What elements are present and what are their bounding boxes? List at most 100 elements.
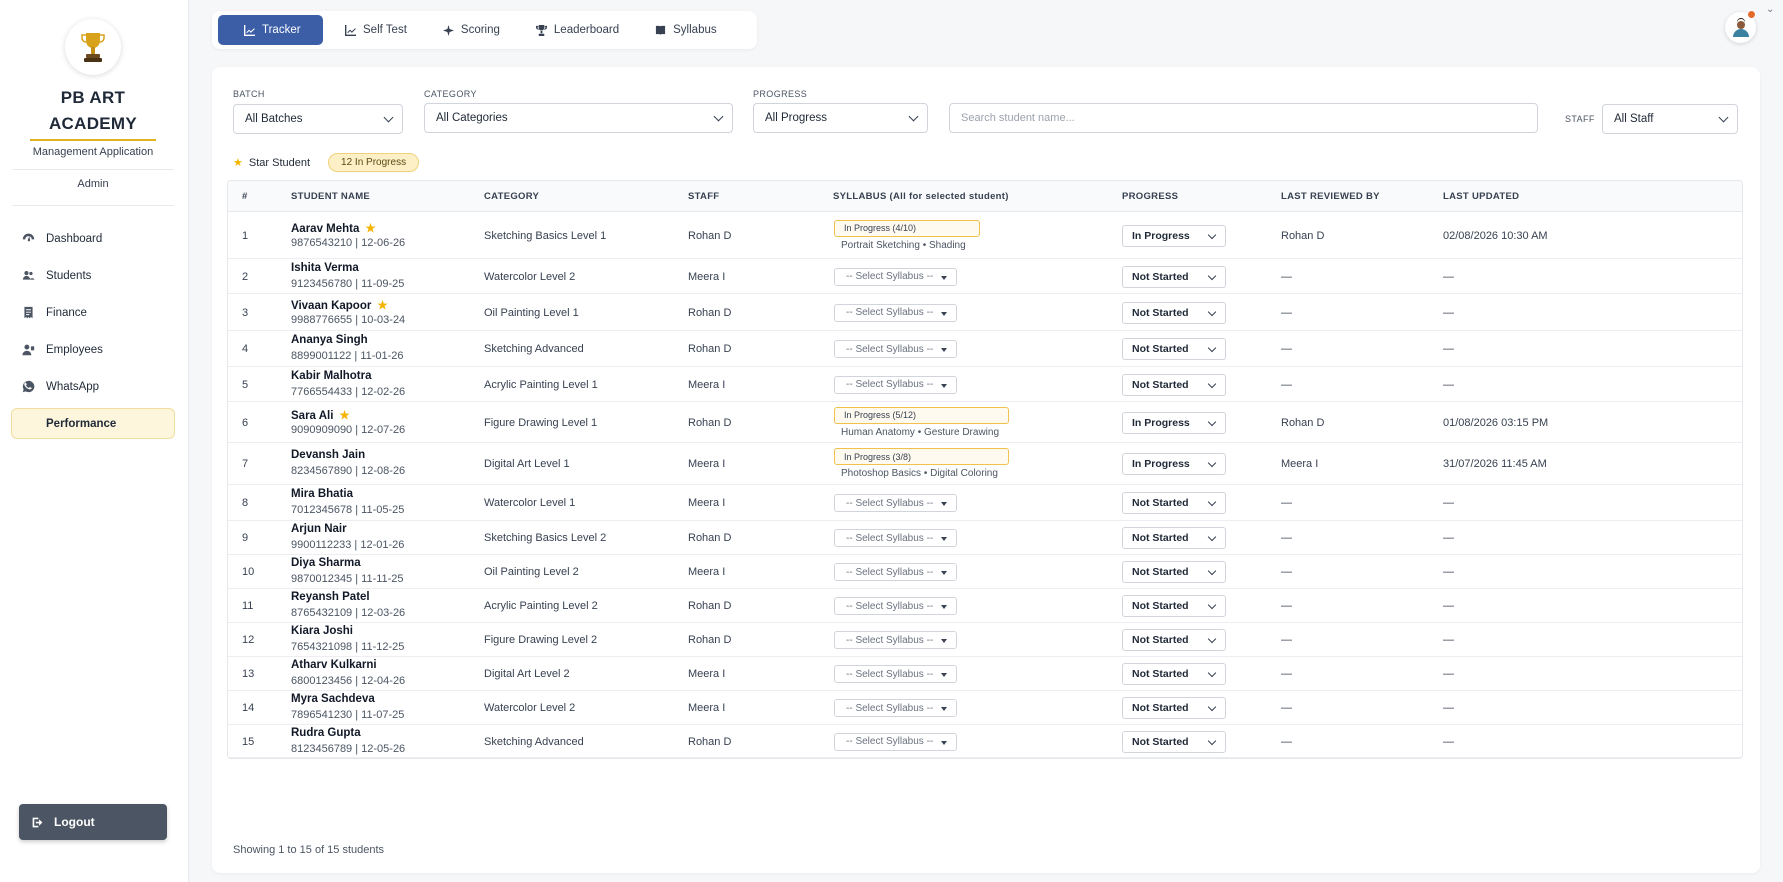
progress-select[interactable]: Not Started [1122, 492, 1226, 514]
row-number: 15 [242, 735, 255, 748]
tab-self-test[interactable]: Self Test [333, 15, 421, 45]
progress-select[interactable]: Not Started [1122, 301, 1226, 324]
progress-select-value: Not Started [1132, 343, 1189, 355]
syllabus-select[interactable]: -- Select Syllabus -- [834, 699, 957, 717]
legend: ★ Star Student 12 In Progress [233, 153, 420, 172]
syllabus-select[interactable]: -- Select Syllabus -- [834, 303, 957, 322]
sidebar-item-finance[interactable]: Finance [11, 297, 175, 328]
progress-select[interactable]: Not Started [1122, 527, 1226, 549]
in-progress-count-badge: 12 In Progress [328, 153, 420, 172]
progress-select-value: In Progress [1132, 229, 1190, 242]
student-name[interactable]: Kiara Joshi [291, 625, 353, 637]
progress-select[interactable]: In Progress [1122, 453, 1226, 475]
progress-select[interactable]: Not Started [1122, 595, 1226, 617]
sidebar-item-employees[interactable]: Employees [11, 334, 175, 365]
student-name[interactable]: Ishita Verma [291, 262, 359, 274]
last-reviewed-by: — [1281, 378, 1292, 391]
chevron-down-icon [1207, 702, 1217, 712]
student-category: Sketching Basics Level 2 [484, 532, 607, 544]
tab-tracker[interactable]: Tracker [218, 15, 323, 45]
book-icon [656, 25, 666, 35]
syllabus-select[interactable]: -- Select Syllabus -- [834, 563, 957, 581]
table-header: # STUDENT NAME CATEGORY STAFF SYLLABUS (… [228, 181, 1742, 212]
student-name[interactable]: Reyansh Patel [291, 591, 370, 603]
student-table: # STUDENT NAME CATEGORY STAFF SYLLABUS (… [227, 180, 1743, 759]
tab-syllabus[interactable]: Syllabus [643, 15, 730, 45]
syllabus-select[interactable]: -- Select Syllabus -- [834, 732, 957, 751]
student-name[interactable]: Ananya Singh [291, 334, 368, 346]
progress-select[interactable]: Not Started [1122, 338, 1226, 360]
chevron-down-icon[interactable]: ⌄ [1766, 4, 1774, 15]
student-name[interactable]: Mira Bhatia [291, 488, 353, 500]
progress-select[interactable]: Not Started [1122, 561, 1226, 583]
student-category: Watercolor Level 2 [484, 702, 576, 714]
syllabus-status[interactable]: In Progress (3/8) [834, 448, 1009, 465]
sidebar-item-whatsapp[interactable]: WhatsApp [11, 371, 175, 402]
search-input[interactable]: Search student name... [949, 103, 1538, 133]
batch-select[interactable]: All Batches [233, 104, 403, 134]
student-name[interactable]: Sara Ali ★ [291, 408, 350, 422]
progress-select[interactable]: Not Started [1122, 629, 1226, 651]
chevron-down-icon [1207, 532, 1217, 542]
progress-select[interactable]: All Progress [753, 103, 928, 133]
progress-select[interactable]: Not Started [1122, 697, 1226, 719]
staff-select[interactable]: All Staff [1602, 104, 1738, 134]
category-filter-label: CATEGORY [424, 89, 477, 99]
logout-button[interactable]: Logout [19, 804, 167, 840]
syllabus-topics: Portrait Sketching • Shading [841, 239, 966, 251]
progress-select[interactable]: Not Started [1122, 730, 1226, 753]
sidebar-item-performance[interactable]: Performance [11, 408, 175, 439]
syllabus-select[interactable]: -- Select Syllabus -- [834, 631, 957, 649]
progress-select[interactable]: In Progress [1122, 411, 1226, 434]
category-select[interactable]: All Categories [424, 103, 733, 133]
syllabus-select[interactable]: -- Select Syllabus -- [834, 665, 957, 683]
column-header: LAST UPDATED [1443, 191, 1520, 202]
student-phone-date: 6800123456 | 12-04-26 [291, 675, 406, 687]
chevron-down-icon [1207, 417, 1217, 426]
chevron-down-icon [1207, 634, 1217, 644]
progress-select[interactable]: In Progress [1122, 224, 1226, 247]
student-name[interactable]: Myra Sachdeva [291, 693, 375, 705]
sidebar-item-dashboard[interactable]: Dashboard [11, 223, 175, 254]
student-name[interactable]: Devansh Jain [291, 449, 365, 461]
tab-leaderboard[interactable]: Leaderboard [524, 15, 633, 45]
user-avatar[interactable] [1725, 10, 1756, 43]
student-category: Sketching Advanced [484, 735, 584, 748]
syllabus-select[interactable]: -- Select Syllabus -- [834, 597, 957, 615]
student-name[interactable]: Arjun Nair [291, 523, 347, 535]
row-number: 5 [242, 378, 249, 391]
syllabus-select[interactable]: -- Select Syllabus -- [834, 340, 957, 358]
chevron-down-icon [1207, 271, 1217, 280]
tab-label: Syllabus [673, 24, 717, 36]
star-icon: ★ [365, 222, 376, 235]
syllabus-status[interactable]: In Progress (4/10) [834, 219, 980, 237]
last-updated: — [1443, 306, 1454, 319]
row-number: 11 [242, 600, 254, 612]
row-number: 10 [242, 566, 255, 578]
progress-select[interactable]: Not Started [1122, 373, 1226, 396]
last-updated: — [1443, 566, 1454, 578]
notification-dot [1747, 10, 1756, 19]
student-name[interactable]: Rudra Gupta [291, 727, 361, 739]
syllabus-status[interactable]: In Progress (5/12) [834, 406, 1009, 424]
employees-icon [22, 344, 35, 356]
student-phone-date: 9123456780 | 11-09-25 [291, 277, 405, 290]
student-name[interactable]: Kabir Malhotra [291, 370, 372, 382]
staff-name: Meera I [688, 497, 726, 509]
syllabus-select[interactable]: -- Select Syllabus -- [834, 375, 957, 394]
student-name[interactable]: Diya Sharma [291, 557, 361, 569]
last-updated: — [1443, 735, 1454, 748]
progress-select[interactable]: Not Started [1122, 265, 1226, 288]
student-name[interactable]: Aarav Mehta ★ [291, 221, 376, 235]
syllabus-select[interactable]: -- Select Syllabus -- [834, 267, 957, 286]
student-name[interactable]: Atharv Kulkarni [291, 659, 377, 671]
sidebar-item-students[interactable]: Students [11, 260, 175, 291]
progress-select[interactable]: Not Started [1122, 663, 1226, 685]
table-row: 3 Vivaan Kapoor ★ 9988776655 | 10-03-24 Oil … [228, 294, 1742, 331]
tab-scoring[interactable]: Scoring [431, 15, 514, 45]
progress-select-value: Not Started [1132, 634, 1189, 646]
syllabus-select[interactable]: -- Select Syllabus -- [834, 494, 957, 512]
student-name[interactable]: Vivaan Kapoor ★ [291, 298, 388, 312]
syllabus-select[interactable]: -- Select Syllabus -- [834, 529, 957, 547]
last-updated: — [1443, 634, 1454, 646]
